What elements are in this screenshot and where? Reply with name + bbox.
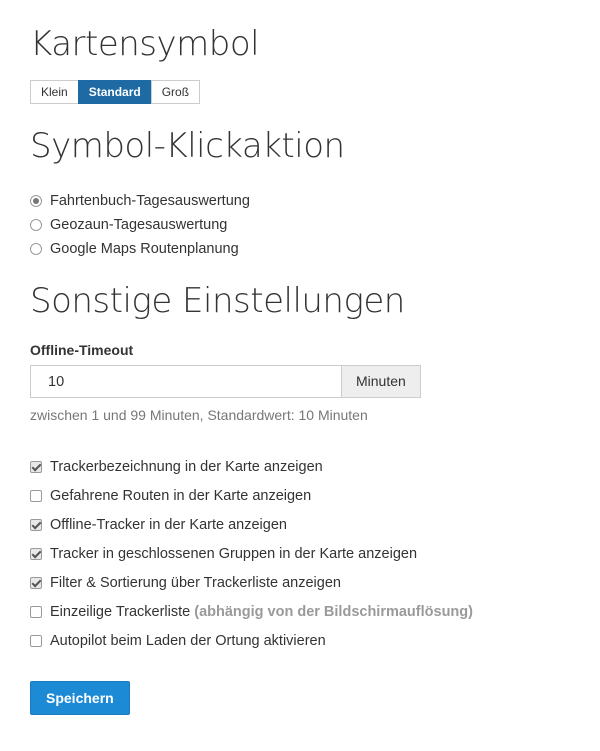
map-symbol-size-selector: Klein Standard Groß — [30, 80, 201, 104]
radio-geofence[interactable]: Geozaun-Tagesauswertung — [30, 213, 250, 237]
checkbox[interactable] — [30, 605, 42, 618]
map-symbol-heading: Kartensymbol — [30, 24, 260, 64]
other-settings-heading: Sonstige Einstellungen — [30, 281, 405, 321]
checkbox-label: Autopilot beim Laden der Ortung aktivier… — [50, 632, 326, 649]
checkbox-driven-routes[interactable]: Gefahrene Routen in der Karte anzeigen — [30, 481, 473, 510]
checkbox-tracker-name[interactable]: Trackerbezeichnung in der Karte anzeigen — [30, 452, 473, 481]
click-action-heading: Symbol-Klickaktion — [30, 126, 345, 166]
offline-timeout-help: zwischen 1 und 99 Minuten, Standardwert:… — [30, 407, 368, 423]
offline-timeout-group: Minuten — [30, 365, 421, 398]
checkbox-closed-groups[interactable]: Tracker in geschlossenen Gruppen in der … — [30, 539, 473, 568]
checkbox-autopilot[interactable]: Autopilot beim Laden der Ortung aktivier… — [30, 626, 473, 655]
checkbox-label: Einzeilige Trackerliste — [50, 603, 191, 620]
checkbox-single-line-list[interactable]: Einzeilige Trackerliste (abhängig von de… — [30, 597, 473, 626]
checkbox-label: Filter & Sortierung über Trackerliste an… — [50, 574, 341, 591]
radio-button[interactable] — [30, 243, 42, 255]
checkbox-filter-sorting[interactable]: Filter & Sortierung über Trackerliste an… — [30, 568, 473, 597]
radio-label: Geozaun-Tagesauswertung — [50, 217, 228, 233]
radio-button[interactable] — [30, 219, 42, 231]
checkbox[interactable] — [30, 576, 42, 589]
checkbox-label: Tracker in geschlossenen Gruppen in der … — [50, 545, 418, 562]
checkbox-offline-trackers[interactable]: Offline-Tracker in der Karte anzeigen — [30, 510, 473, 539]
checkbox[interactable] — [30, 518, 42, 531]
checkbox[interactable] — [30, 489, 42, 502]
offline-timeout-input[interactable] — [30, 365, 341, 398]
checkbox[interactable] — [30, 634, 42, 647]
minutes-addon: Minuten — [341, 365, 421, 398]
radio-logbook[interactable]: Fahrtenbuch-Tagesauswertung — [30, 189, 250, 213]
radio-button[interactable] — [30, 195, 42, 207]
checkbox-label: Offline-Tracker in der Karte anzeigen — [50, 516, 287, 533]
save-button[interactable]: Speichern — [30, 681, 130, 715]
radio-google-maps[interactable]: Google Maps Routenplanung — [30, 237, 250, 261]
size-standard-button[interactable]: Standard — [77, 80, 152, 104]
radio-label: Fahrtenbuch-Tagesauswertung — [50, 193, 250, 209]
checkbox[interactable] — [30, 460, 42, 473]
size-large-button[interactable]: Groß — [150, 80, 201, 104]
checkbox[interactable] — [30, 547, 42, 560]
display-options: Trackerbezeichnung in der Karte anzeigen… — [30, 452, 473, 655]
size-small-button[interactable]: Klein — [30, 80, 79, 104]
checkbox-label: Gefahrene Routen in der Karte anzeigen — [50, 487, 312, 504]
checkbox-hint: (abhängig von der Bildschirmauflösung) — [194, 603, 473, 620]
radio-label: Google Maps Routenplanung — [50, 241, 239, 257]
offline-timeout-label: Offline-Timeout — [30, 342, 134, 358]
checkbox-label: Trackerbezeichnung in der Karte anzeigen — [50, 458, 323, 475]
click-action-options: Fahrtenbuch-Tagesauswertung Geozaun-Tage… — [30, 189, 250, 261]
